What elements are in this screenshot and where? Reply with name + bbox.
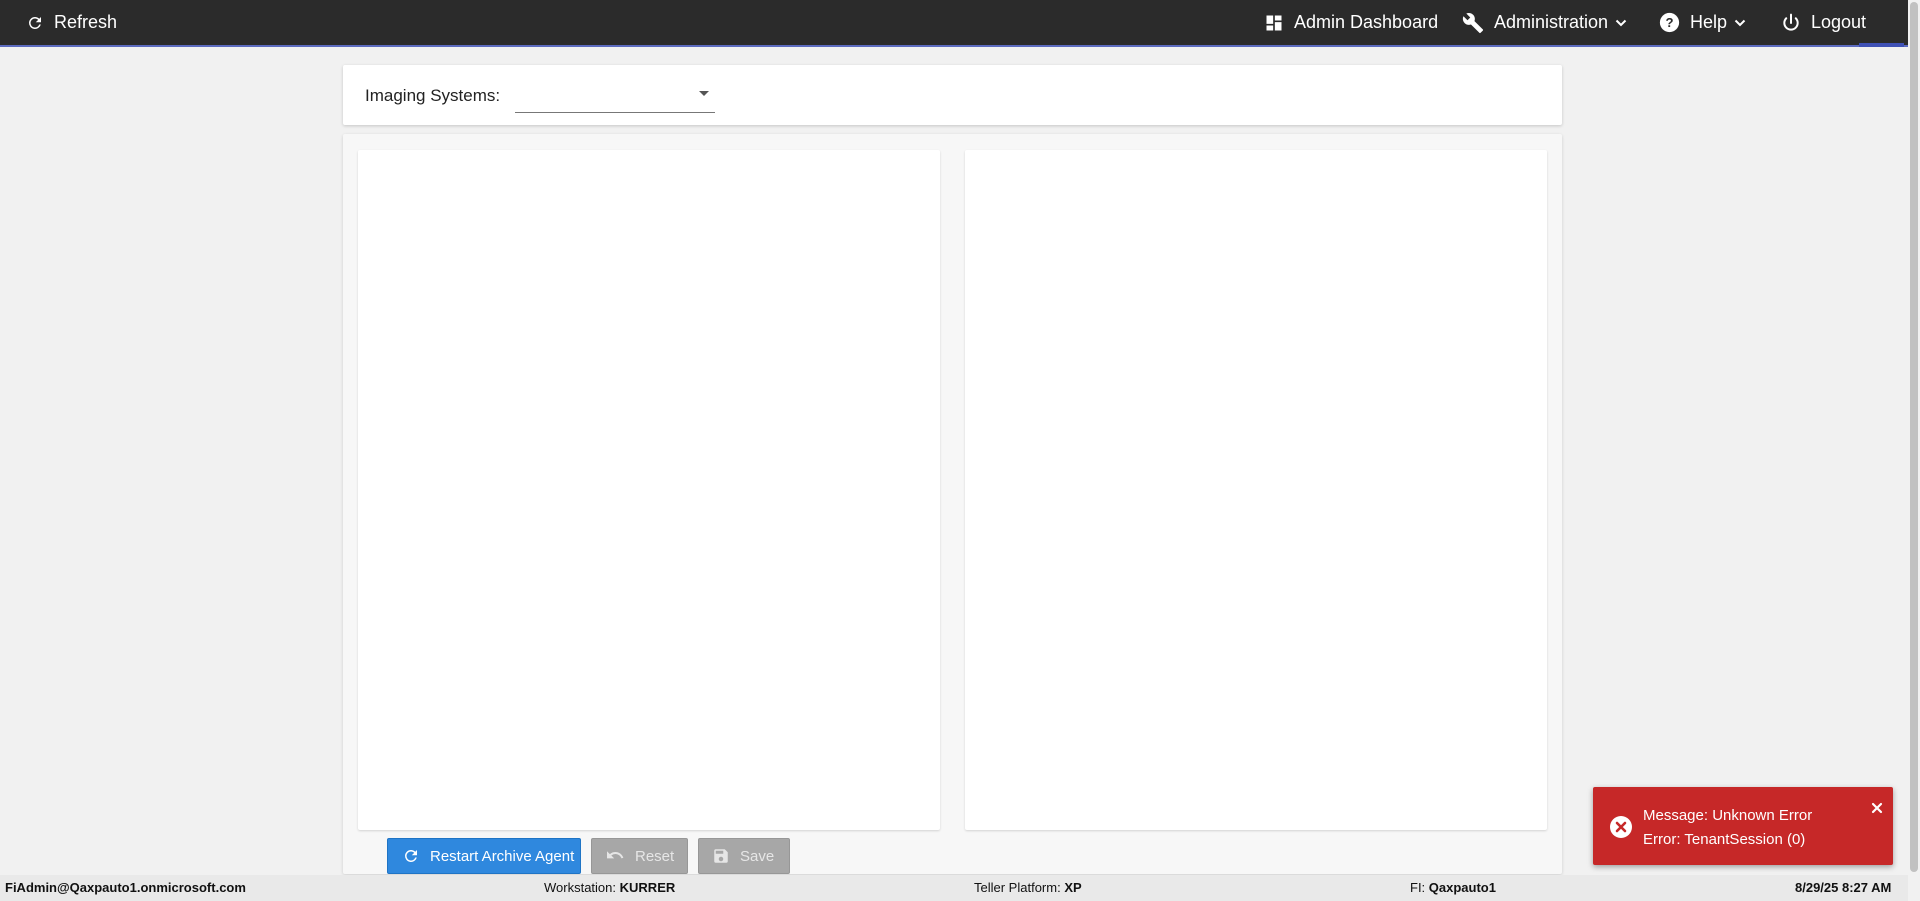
status-fi: FI: Qaxpauto1 [1410, 880, 1496, 895]
restart-archive-agent-button[interactable]: Restart Archive Agent [387, 838, 581, 874]
logout-label: Logout [1811, 12, 1867, 32]
close-icon[interactable] [1871, 801, 1883, 819]
restart-archive-agent-label: Restart Archive Agent [430, 847, 575, 865]
admin-dashboard-label: Admin Dashboard [1294, 12, 1439, 32]
status-workstation-label: Workstation: [544, 880, 617, 895]
dropdown-caret-icon [699, 91, 709, 96]
refresh-icon [402, 847, 420, 865]
status-datetime-value: 8/29/25 8:27 AM [1795, 880, 1892, 895]
imaging-systems-card: Imaging Systems: [343, 65, 1562, 125]
help-label: Help [1690, 12, 1728, 32]
top-navigation-bar: Refresh Admin Dashboard Administration ?… [0, 0, 1920, 47]
imaging-systems-select[interactable] [515, 79, 715, 113]
help-menu[interactable]: ? Help [1659, 0, 1746, 45]
status-fi-value: Qaxpauto1 [1428, 880, 1496, 895]
chevron-down-icon [1734, 17, 1746, 29]
svg-text:?: ? [1665, 15, 1673, 30]
main-content-card [343, 134, 1562, 874]
administration-menu[interactable]: Administration [1462, 0, 1627, 45]
vertical-scrollbar[interactable] [1908, 0, 1920, 901]
logout-button[interactable]: Logout [1781, 0, 1866, 45]
admin-dashboard-link[interactable]: Admin Dashboard [1264, 0, 1438, 45]
status-bar: FiAdmin@Qaxpauto1.onmicrosoft.com Workst… [0, 875, 1908, 901]
toast-message: Message: Unknown Error Error: TenantSess… [1643, 804, 1812, 852]
help-icon: ? [1659, 12, 1680, 33]
topbar-accent [1859, 43, 1904, 47]
imaging-systems-label: Imaging Systems: [365, 86, 501, 105]
refresh-label: Refresh [54, 12, 118, 32]
save-label: Save [740, 847, 775, 865]
refresh-icon [26, 14, 44, 32]
toast-line-2: Error: TenantSession (0) [1643, 831, 1806, 848]
error-icon [1609, 815, 1633, 844]
administration-label: Administration [1494, 12, 1609, 32]
undo-icon [605, 848, 625, 864]
dashboard-icon [1264, 13, 1284, 33]
status-datetime: 8/29/25 8:27 AM [1795, 880, 1891, 895]
save-button[interactable]: Save [698, 838, 790, 874]
chevron-down-icon [1615, 17, 1627, 29]
reset-label: Reset [635, 847, 675, 865]
error-toast: Message: Unknown Error Error: TenantSess… [1593, 787, 1893, 865]
wrench-icon [1462, 12, 1484, 34]
status-teller-value: XP [1064, 880, 1082, 895]
status-workstation-value: KURRER [619, 880, 676, 895]
right-panel [965, 150, 1547, 830]
status-teller-platform: Teller Platform: XP [974, 880, 1082, 895]
reset-button[interactable]: Reset [591, 838, 688, 874]
left-panel [358, 150, 940, 830]
status-user: FiAdmin@Qaxpauto1.onmicrosoft.com [5, 880, 246, 895]
status-teller-label: Teller Platform: [974, 880, 1061, 895]
scrollbar-thumb[interactable] [1910, 2, 1918, 872]
toast-line-1: Message: Unknown Error [1643, 807, 1813, 824]
refresh-button[interactable]: Refresh [26, 0, 117, 45]
status-fi-label: FI: [1410, 880, 1426, 895]
power-icon [1781, 13, 1801, 33]
status-workstation: Workstation: KURRER [544, 880, 675, 895]
save-icon [712, 847, 730, 865]
status-user-value: FiAdmin@Qaxpauto1.onmicrosoft.com [5, 880, 246, 895]
